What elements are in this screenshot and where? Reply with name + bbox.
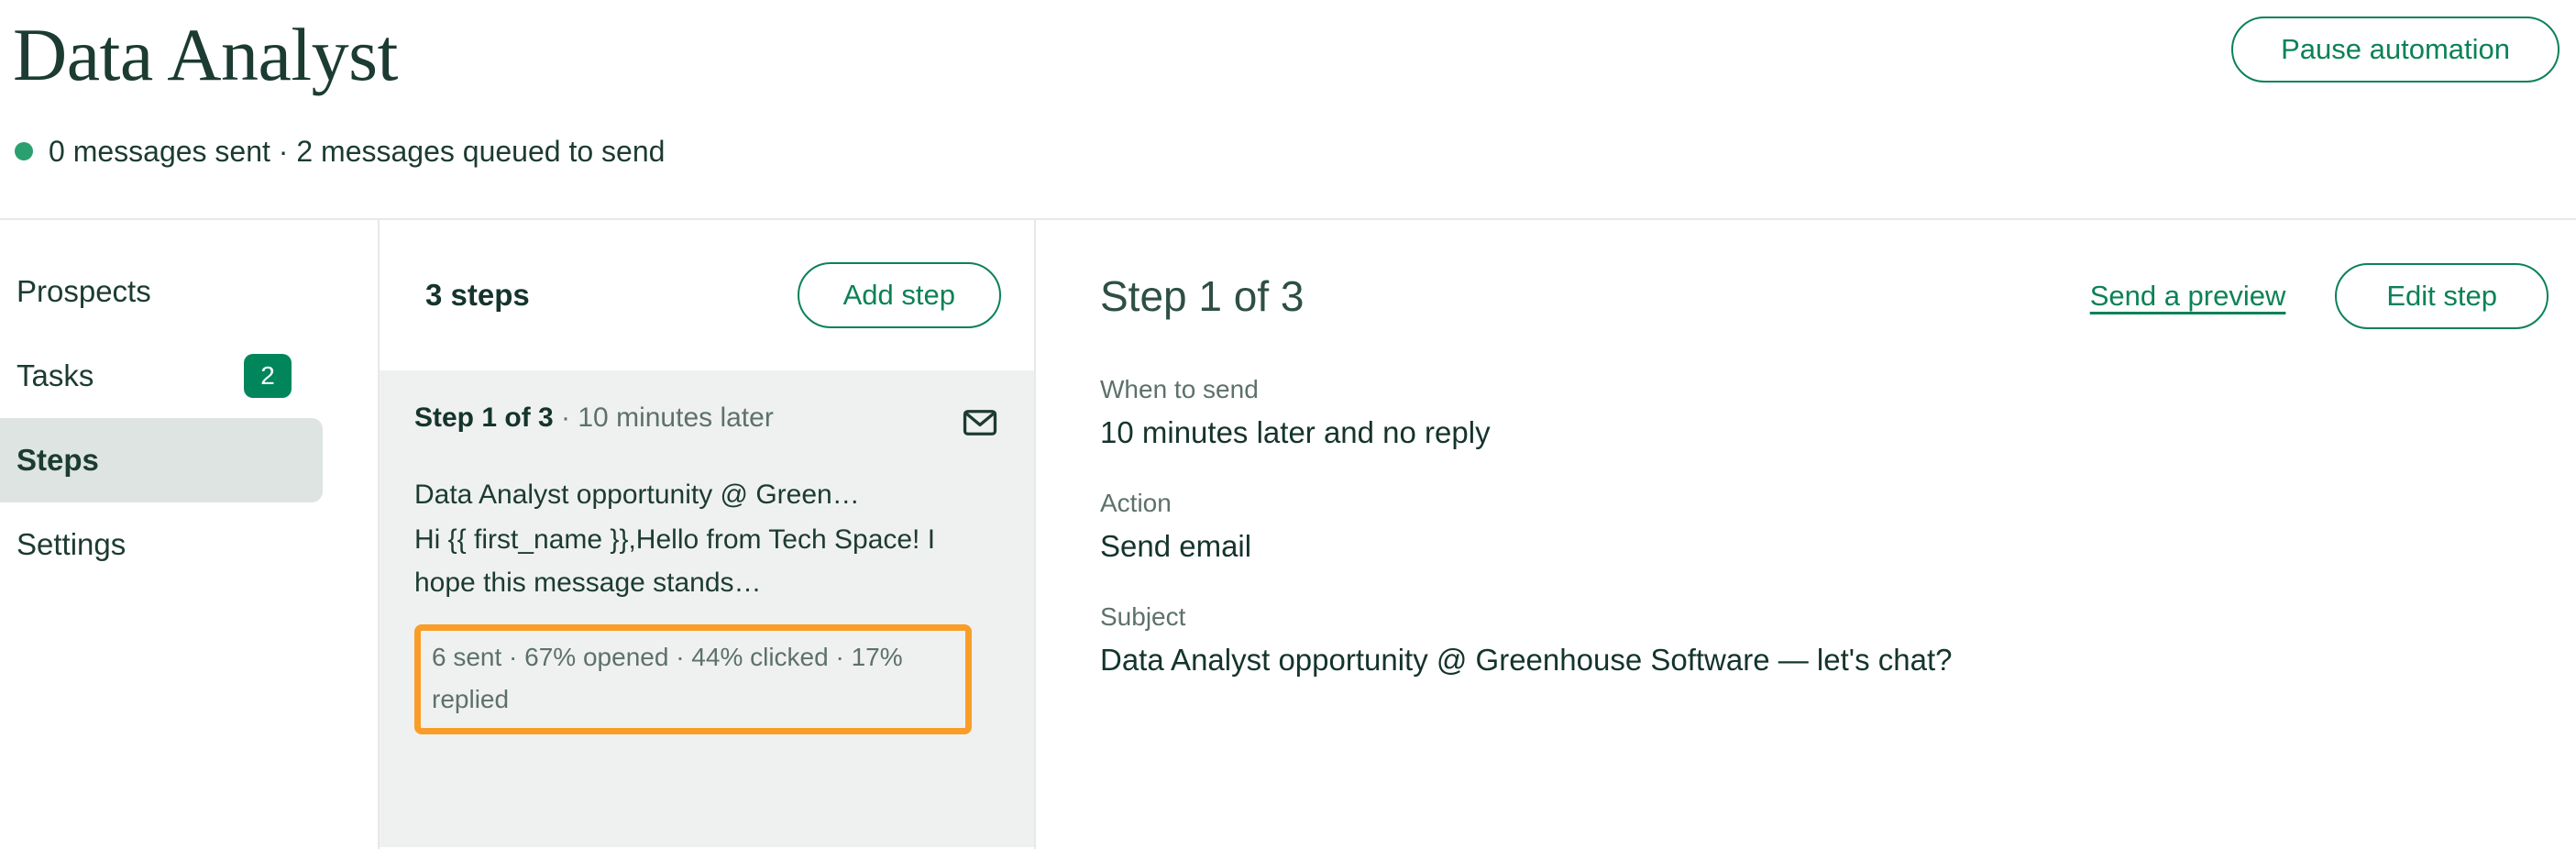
page-title: Data Analyst bbox=[13, 13, 398, 96]
step-card-separator: · bbox=[553, 402, 578, 433]
step-card-1[interactable]: Step 1 of 3 · 10 minutes later Data Anal… bbox=[380, 370, 1034, 847]
sidebar-item-tasks[interactable]: Tasks 2 bbox=[0, 334, 323, 418]
sidebar-item-label: Tasks bbox=[17, 358, 94, 392]
step-card-timing: 10 minutes later bbox=[578, 402, 774, 433]
body-area: Prospects Tasks 2 Steps Settings 3 steps… bbox=[0, 220, 2576, 849]
step-card-step-label: Step 1 of 3 bbox=[414, 402, 554, 433]
status-dot bbox=[15, 142, 33, 160]
field-label: Action bbox=[1100, 489, 1172, 517]
step-card-preview: Hi {{ first_name }},Hello from Tech Spac… bbox=[414, 524, 936, 598]
field-subject: Subject Data Analyst opportunity @ Green… bbox=[1100, 601, 2548, 678]
detail-panel-header: Step 1 of 3 Send a preview Edit step bbox=[1100, 255, 2548, 337]
sidebar-item-steps[interactable]: Steps bbox=[0, 418, 323, 502]
sidebar-item-label: Steps bbox=[17, 443, 99, 477]
detail-title: Step 1 of 3 bbox=[1100, 272, 1305, 320]
field-label: Subject bbox=[1100, 602, 1186, 631]
app-root: Data Analyst 0 messages sent · 2 message… bbox=[0, 0, 2576, 849]
mail-icon bbox=[961, 403, 999, 442]
status-text: 0 messages sent · 2 messages queued to s… bbox=[49, 135, 666, 168]
page-header: Data Analyst 0 messages sent · 2 message… bbox=[0, 0, 2576, 220]
send-a-preview-link[interactable]: Send a preview bbox=[2090, 279, 2286, 314]
sidebar-item-label: Settings bbox=[17, 527, 127, 561]
sidebar-item-prospects[interactable]: Prospects bbox=[0, 249, 323, 334]
field-value: 10 minutes later and no reply bbox=[1100, 415, 1491, 449]
edit-step-button[interactable]: Edit step bbox=[2335, 263, 2548, 329]
field-value: Send email bbox=[1100, 529, 1252, 563]
field-label: When to send bbox=[1100, 375, 1259, 403]
field-when-to-send: When to send 10 minutes later and no rep… bbox=[1100, 374, 2548, 451]
sidebar-item-label: Prospects bbox=[17, 274, 151, 308]
automation-status: 0 messages sent · 2 messages queued to s… bbox=[15, 134, 665, 169]
field-value: Data Analyst opportunity @ Greenhouse So… bbox=[1100, 643, 1953, 677]
step-detail-panel: Step 1 of 3 Send a preview Edit step Whe… bbox=[1036, 220, 2576, 849]
step-card-subject: Data Analyst opportunity @ Green… bbox=[414, 480, 860, 510]
field-action: Action Send email bbox=[1100, 488, 2548, 565]
step-card-header: Step 1 of 3 · 10 minutes later bbox=[414, 402, 999, 442]
step-card-title-row: Step 1 of 3 · 10 minutes later bbox=[414, 402, 774, 435]
tasks-count-badge: 2 bbox=[244, 354, 292, 398]
sidebar-nav: Prospects Tasks 2 Steps Settings bbox=[0, 220, 380, 849]
steps-count-label: 3 steps bbox=[425, 278, 530, 312]
step-card-stats: 6 sent · 67% opened · 44% clicked · 17% … bbox=[432, 643, 903, 713]
step-stats-highlight-box: 6 sent · 67% opened · 44% clicked · 17% … bbox=[414, 624, 972, 734]
steps-list-panel: 3 steps Add step Step 1 of 3 · 10 minute… bbox=[380, 220, 1036, 849]
add-step-button[interactable]: Add step bbox=[797, 262, 1001, 328]
sidebar-item-settings[interactable]: Settings bbox=[0, 502, 323, 587]
pause-automation-button[interactable]: Pause automation bbox=[2231, 17, 2559, 83]
steps-panel-header: 3 steps Add step bbox=[380, 220, 1034, 370]
